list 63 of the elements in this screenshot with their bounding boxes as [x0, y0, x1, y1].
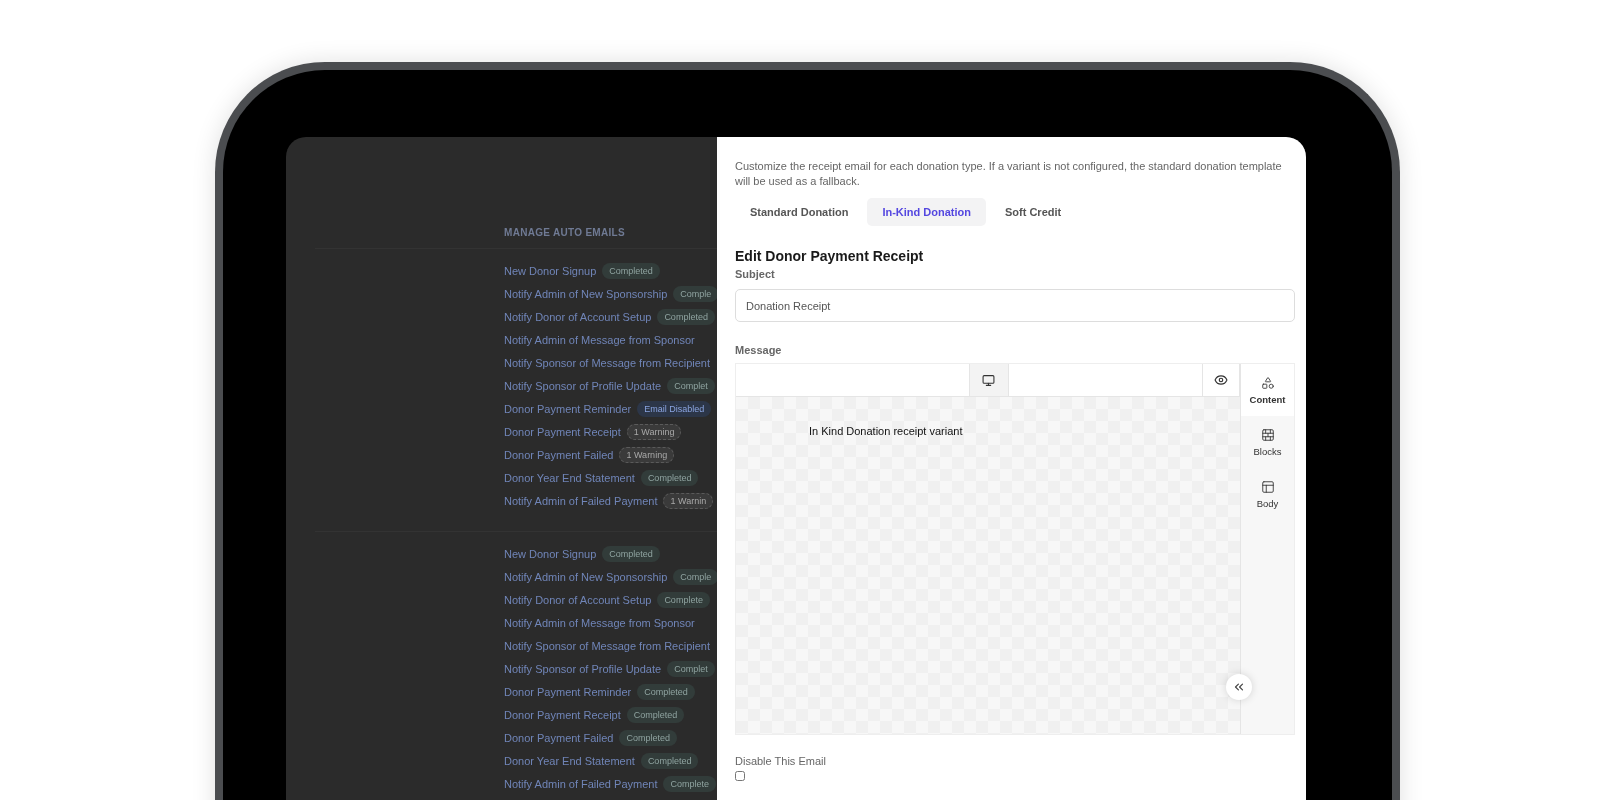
- email-name[interactable]: Notify Admin of Message from Sponsor: [504, 617, 695, 629]
- subject-field[interactable]: Donation Receipt: [735, 289, 1295, 322]
- status-badge: Email Disabled: [637, 401, 712, 417]
- editor-heading: Edit Donor Payment Receipt: [735, 248, 925, 264]
- shapes-icon: [1260, 375, 1275, 390]
- status-badge: Completed: [640, 753, 699, 769]
- section-title: MANAGE AUTO EMAILS: [503, 227, 626, 240]
- sidebar-tab[interactable]: Body: [1241, 468, 1294, 520]
- status-badge: Completed: [657, 309, 715, 325]
- status-badge: Comple: [673, 569, 717, 585]
- preview-button[interactable]: [1202, 364, 1240, 396]
- email-name[interactable]: New Donor Signup: [504, 548, 597, 560]
- chevrons-left-icon: [1232, 680, 1246, 694]
- email-name[interactable]: Donor Payment Reminder: [504, 686, 632, 698]
- status-badge: Completed: [626, 707, 685, 723]
- status-badge: Completed: [619, 730, 677, 746]
- email-name[interactable]: Donor Payment Reminder: [504, 403, 632, 415]
- checkbox-label: Disable This Email: [735, 755, 827, 767]
- status-badge: Completed: [602, 263, 660, 279]
- email-name[interactable]: Notify Admin of New Sponsorship: [504, 288, 668, 300]
- email-name[interactable]: New Donor Signup: [504, 265, 597, 277]
- email-name[interactable]: Notify Sponsor of Profile Update: [504, 663, 662, 675]
- disable-checkbox[interactable]: [735, 771, 745, 781]
- eye-icon: [1214, 373, 1228, 387]
- status-badge: Complet: [667, 661, 715, 677]
- email-name[interactable]: Donor Year End Statement: [504, 472, 635, 484]
- email-name[interactable]: Notify Admin of New Sponsorship: [504, 571, 668, 583]
- email-name[interactable]: Notify Sponsor of Profile Update: [504, 380, 662, 392]
- desktop-view-button[interactable]: [968, 364, 1009, 396]
- email-name[interactable]: Donor Year End Statement: [504, 755, 635, 767]
- email-name[interactable]: Notify Sponsor of Message from Recipient: [504, 640, 711, 652]
- preview-text[interactable]: In Kind Donation receipt variant: [809, 425, 963, 437]
- tab[interactable]: In-Kind Donation: [867, 198, 986, 226]
- tab[interactable]: Soft Credit: [990, 198, 1077, 226]
- status-badge: 1 Warning: [626, 424, 682, 440]
- email-name[interactable]: Notify Admin of Message from Sponsor: [504, 334, 695, 346]
- brick-wall-icon: [1260, 427, 1275, 442]
- field-label: Message: [735, 344, 783, 356]
- description-text: Customize the receipt email for each donation type. If a variant is not configured, the standard donation template will be used as a fallback.: [735, 159, 1283, 189]
- email-name[interactable]: Donor Payment Receipt: [504, 426, 621, 438]
- tab[interactable]: Standard Donation: [735, 198, 864, 226]
- email-name[interactable]: Notify Admin of Failed Payment: [504, 495, 658, 507]
- status-badge: Completed: [637, 684, 695, 700]
- status-badge: 1 Warnin: [663, 493, 714, 509]
- status-badge: Comple: [673, 286, 717, 302]
- status-badge: Completed: [602, 546, 660, 562]
- sidebar-tab[interactable]: Blocks: [1241, 416, 1294, 468]
- email-name[interactable]: Donor Payment Receipt: [504, 709, 621, 721]
- sidebar-tab[interactable]: Content: [1241, 364, 1294, 416]
- status-badge: Completed: [640, 470, 699, 486]
- email-name[interactable]: Notify Admin of Failed Payment: [504, 778, 658, 790]
- layout-icon: [1260, 479, 1275, 494]
- status-badge: Complete: [657, 592, 710, 608]
- email-name[interactable]: Donor Payment Failed: [504, 449, 614, 461]
- status-badge: Complete: [663, 776, 716, 792]
- status-badge: Complet: [667, 378, 715, 394]
- status-badge: 1 Warning: [619, 447, 675, 463]
- email-name[interactable]: Notify Donor of Account Setup: [504, 311, 652, 323]
- email-name[interactable]: Notify Donor of Account Setup: [504, 594, 652, 606]
- email-name[interactable]: Notify Sponsor of Message from Recipient: [504, 357, 711, 369]
- monitor-icon: [982, 373, 996, 387]
- field-label: Subject: [735, 268, 776, 280]
- email-name[interactable]: Donor Payment Failed: [504, 732, 614, 744]
